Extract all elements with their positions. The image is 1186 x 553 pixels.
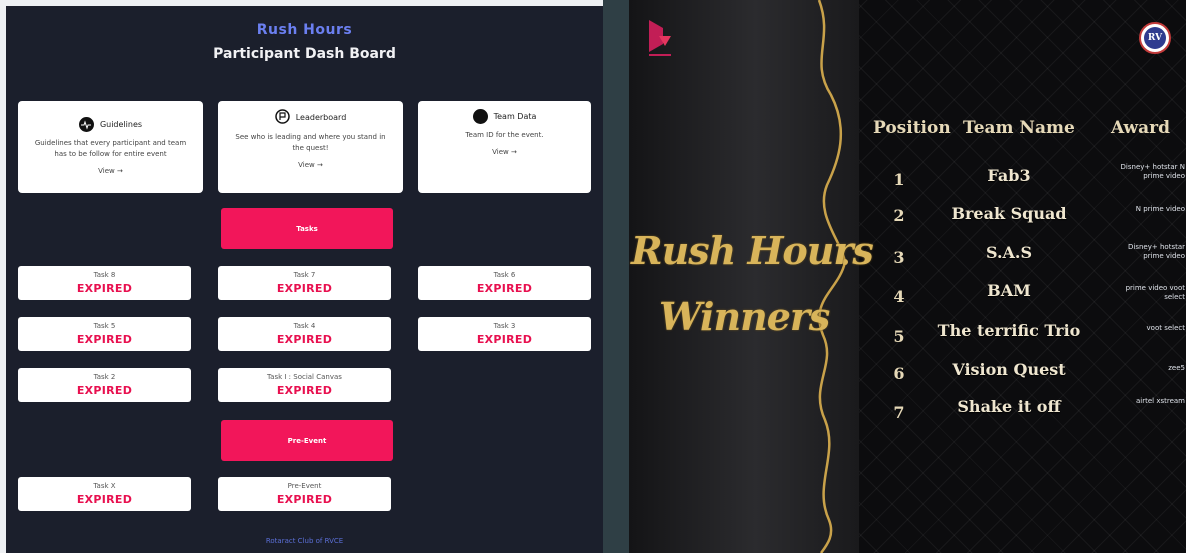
participant-dashboard: Rush Hours Participant Dash Board Guidel… bbox=[0, 0, 603, 553]
task-name: Task I : Social Canvas bbox=[267, 373, 342, 381]
award-6-text: zee5 bbox=[1168, 364, 1185, 372]
team-5: The terrific Trio bbox=[937, 321, 1081, 340]
rv-logo-text: RV bbox=[1144, 27, 1166, 49]
gold-ornament bbox=[817, 0, 848, 553]
task-card[interactable]: Task 3 EXPIRED bbox=[418, 317, 591, 351]
flag-icon bbox=[274, 109, 290, 126]
task-card[interactable]: Task 5 EXPIRED bbox=[18, 317, 191, 351]
award-1: Disney+ hotstar N prime video bbox=[1109, 163, 1185, 189]
team-data-view-link[interactable]: View → bbox=[418, 148, 591, 156]
position-5: 5 bbox=[893, 327, 905, 346]
award-4-text: prime video voot select bbox=[1125, 284, 1185, 301]
winners-poster: RV Rush Hours Winners Position Team Name… bbox=[629, 0, 1186, 553]
leaderboard-view-link[interactable]: View → bbox=[218, 161, 403, 169]
task-card[interactable]: Task 4 EXPIRED bbox=[218, 317, 391, 351]
team-2: Break Squad bbox=[951, 204, 1067, 223]
task-card[interactable]: Task I : Social Canvas EXPIRED bbox=[218, 368, 391, 402]
team-circle-icon bbox=[472, 109, 488, 124]
team-4: BAM bbox=[987, 281, 1031, 300]
team-data-card[interactable]: Team Data Team ID for the event. View → bbox=[418, 101, 591, 193]
position-3: 3 bbox=[893, 248, 905, 267]
task-card[interactable]: Task X EXPIRED bbox=[18, 477, 191, 511]
award-7: airtel xstream bbox=[1109, 397, 1185, 423]
award-6: zee5 bbox=[1109, 364, 1185, 390]
team-6: Vision Quest bbox=[952, 360, 1066, 379]
leaderboard-label: Leaderboard bbox=[295, 113, 347, 122]
rotaract-logo bbox=[647, 18, 673, 58]
task-status: EXPIRED bbox=[276, 282, 333, 295]
task-name: Task 5 bbox=[93, 322, 116, 330]
task-card[interactable]: Pre-Event EXPIRED bbox=[218, 477, 391, 511]
task-name: Task 2 bbox=[93, 373, 116, 381]
task-status: EXPIRED bbox=[76, 333, 133, 346]
position-7: 7 bbox=[893, 403, 905, 422]
task-name: Task 7 bbox=[293, 271, 316, 279]
page-title: Participant Dash Board bbox=[213, 46, 396, 62]
app-title: Rush Hours bbox=[256, 22, 353, 38]
team-name-header: Team Name bbox=[963, 118, 1075, 138]
task-status: EXPIRED bbox=[76, 282, 133, 295]
task-status: EXPIRED bbox=[276, 333, 333, 346]
guidelines-view-link[interactable]: View → bbox=[18, 167, 203, 175]
poster-subtitle: Winners bbox=[659, 294, 830, 339]
rv-logo: RV bbox=[1139, 22, 1171, 54]
task-status: EXPIRED bbox=[276, 493, 333, 506]
guidelines-description: Guidelines that every participant and te… bbox=[34, 139, 187, 158]
task-status: EXPIRED bbox=[76, 384, 133, 397]
task-name: Task 8 bbox=[93, 271, 116, 279]
task-card[interactable]: Task 6 EXPIRED bbox=[418, 266, 591, 300]
award-5: voot select bbox=[1109, 324, 1185, 350]
position-1: 1 bbox=[893, 170, 905, 189]
task-name: Pre-Event bbox=[287, 482, 322, 490]
position-2: 2 bbox=[893, 206, 905, 225]
footer-link[interactable]: Rotaract Club of RVCE bbox=[6, 537, 603, 545]
position-4: 4 bbox=[893, 287, 905, 306]
task-card[interactable]: Task 7 EXPIRED bbox=[218, 266, 391, 300]
guidelines-label: Guidelines bbox=[99, 120, 143, 129]
guidelines-card[interactable]: Guidelines Guidelines that every partici… bbox=[18, 101, 203, 193]
task-card[interactable]: Task 2 EXPIRED bbox=[18, 368, 191, 402]
task-status: EXPIRED bbox=[76, 493, 133, 506]
award-7-text: airtel xstream bbox=[1135, 397, 1185, 405]
task-name: Task 4 bbox=[293, 322, 316, 330]
position-6: 6 bbox=[893, 364, 905, 383]
leaderboard-card[interactable]: Leaderboard See who is leading and where… bbox=[218, 101, 403, 193]
award-2: N prime video bbox=[1109, 205, 1185, 231]
task-status: EXPIRED bbox=[476, 282, 533, 295]
task-card[interactable]: Task 8 EXPIRED bbox=[18, 266, 191, 300]
task-name: Task 6 bbox=[493, 271, 516, 279]
award-4: prime video voot select bbox=[1109, 284, 1185, 310]
award-3: Disney+ hotstar prime video bbox=[1109, 243, 1185, 269]
award-5-text: voot select bbox=[1146, 324, 1185, 332]
team-data-description: Team ID for the event. bbox=[465, 131, 544, 139]
team-1: Fab3 bbox=[987, 166, 1031, 185]
task-status: EXPIRED bbox=[476, 333, 533, 346]
tasks-button[interactable]: Tasks bbox=[221, 208, 393, 249]
poster-title: Rush Hours bbox=[631, 228, 874, 273]
divider bbox=[603, 0, 629, 553]
activity-icon bbox=[78, 117, 94, 132]
pre-event-button[interactable]: Pre-Event bbox=[221, 420, 393, 461]
position-header: Position bbox=[873, 118, 951, 138]
task-name: Task 3 bbox=[493, 322, 516, 330]
task-status: EXPIRED bbox=[276, 384, 333, 397]
task-name: Task X bbox=[93, 482, 116, 490]
award-header: Award bbox=[1111, 118, 1170, 138]
team-data-label: Team Data bbox=[493, 112, 537, 121]
award-2-text: N prime video bbox=[1135, 205, 1185, 213]
award-1-text: Disney+ hotstar N prime video bbox=[1120, 163, 1185, 180]
leaderboard-description: See who is leading and where you stand i… bbox=[235, 133, 386, 152]
team-3: S.A.S bbox=[985, 243, 1033, 262]
team-7: Shake it off bbox=[957, 397, 1061, 416]
award-3-text: Disney+ hotstar prime video bbox=[1128, 243, 1185, 260]
